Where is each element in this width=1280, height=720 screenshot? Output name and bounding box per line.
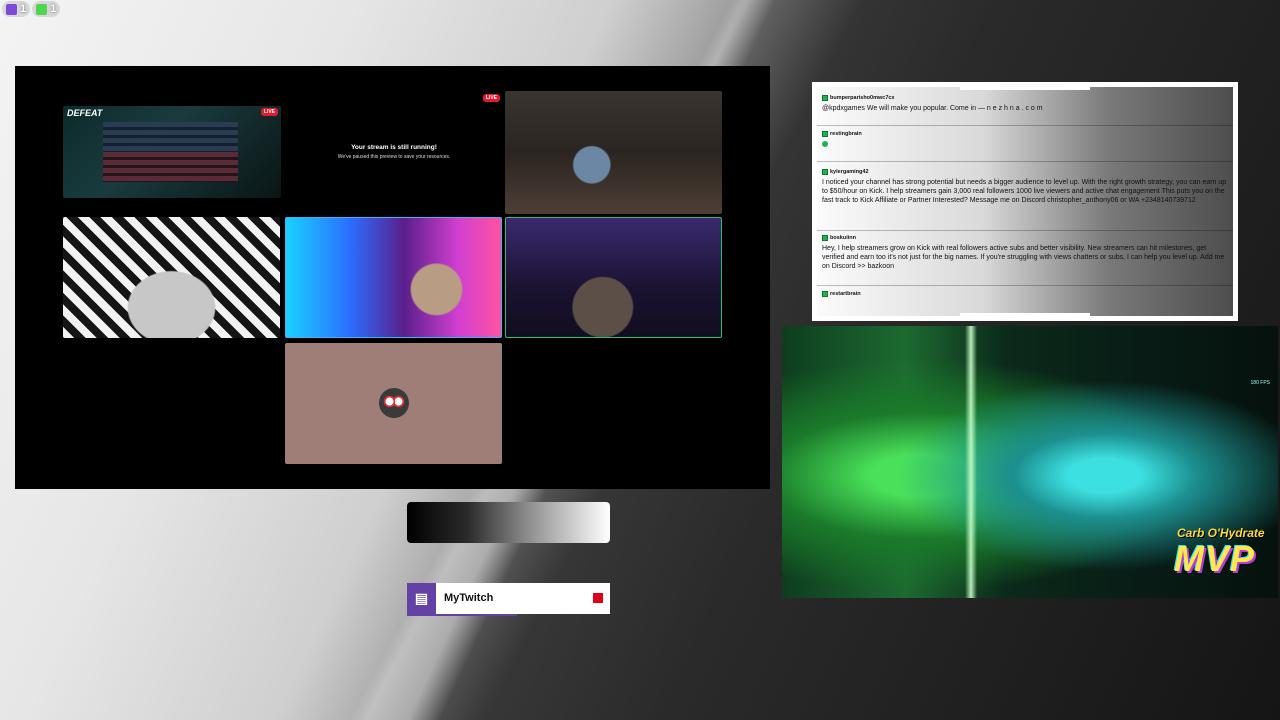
paused-title: Your stream is still running! bbox=[351, 144, 437, 151]
user-badge-icon bbox=[822, 131, 828, 137]
webcam-tile[interactable] bbox=[505, 91, 722, 214]
chat-top-highlight bbox=[960, 87, 1090, 90]
kick-viewer-counter: 1 bbox=[32, 1, 61, 17]
mvp-banner: MVP bbox=[1174, 538, 1256, 579]
webcam-tile-speaking[interactable] bbox=[285, 217, 502, 338]
live-badge: LIVE bbox=[482, 94, 500, 102]
source-underline bbox=[407, 614, 517, 616]
chat-overlay: bumperparisho0mwc7cx @kpdxgames We will … bbox=[812, 82, 1238, 321]
live-badge: LIVE bbox=[260, 108, 278, 116]
chat-text: Hey, I help streamers grow on Kick with … bbox=[822, 245, 1225, 270]
chat-message: restingbrain bbox=[822, 131, 1227, 147]
light-beam bbox=[965, 326, 977, 598]
gradient-overlay-box bbox=[407, 502, 610, 543]
user-badge-icon bbox=[822, 95, 828, 101]
user-avatar bbox=[379, 388, 409, 418]
paused-preview-tile[interactable]: LIVE Your stream is still running! We've… bbox=[285, 92, 503, 212]
video-call-grid: DEFEAT LIVE LIVE Your stream is still ru… bbox=[15, 66, 770, 489]
chat-panel: bumperparisho0mwc7cx @kpdxgames We will … bbox=[817, 87, 1233, 316]
chat-separator bbox=[817, 161, 1233, 162]
chat-username: kylergaming42 bbox=[830, 169, 869, 175]
chat-message: restartbrain bbox=[822, 291, 1227, 297]
user-badge-icon bbox=[822, 169, 828, 175]
platform-counters: 1 1 bbox=[2, 1, 61, 17]
kick-icon bbox=[36, 3, 48, 15]
user-badge-icon bbox=[822, 235, 828, 241]
twitch-count: 1 bbox=[20, 3, 27, 15]
webcam-tile-speaking[interactable] bbox=[505, 217, 722, 338]
chat-text: I noticed your channel has strong potent… bbox=[822, 179, 1227, 204]
chat-message: bumperparisho0mwc7cx @kpdxgames We will … bbox=[822, 95, 1227, 113]
user-badge-icon bbox=[822, 291, 828, 297]
chat-separator bbox=[817, 285, 1233, 286]
twitch-icon bbox=[6, 3, 17, 15]
chat-message: kylergaming42 I noticed your channel has… bbox=[822, 169, 1227, 205]
source-bar: ▤ MyTwitch bbox=[407, 583, 610, 616]
screen-share-tile[interactable]: DEFEAT LIVE bbox=[63, 106, 281, 198]
webcam-tile[interactable] bbox=[63, 217, 280, 338]
chat-separator bbox=[817, 125, 1233, 126]
chat-bottom-highlight bbox=[960, 313, 1090, 316]
chat-username: restingbrain bbox=[830, 131, 862, 137]
chat-text: @kpdxgames We will make you popular. Com… bbox=[822, 105, 1043, 112]
twitch-viewer-counter: 1 bbox=[2, 1, 31, 17]
defeat-banner: DEFEAT bbox=[67, 108, 103, 118]
chat-username: restartbrain bbox=[830, 291, 861, 297]
paused-subtitle: We've paused this preview to save your r… bbox=[337, 154, 451, 160]
avatar-tile[interactable] bbox=[285, 343, 502, 464]
emote-icon bbox=[822, 141, 828, 147]
fps-readout: 180 FPS bbox=[1250, 380, 1270, 386]
twitch-icon: ▤ bbox=[407, 583, 436, 614]
record-indicator-icon bbox=[593, 593, 603, 603]
kick-count: 1 bbox=[50, 3, 57, 15]
paused-message: Your stream is still running! We've paus… bbox=[285, 144, 503, 160]
chat-username: bumperparisho0mwc7cx bbox=[830, 95, 895, 101]
chat-username: boskuiinn bbox=[830, 235, 856, 241]
chat-message: boskuiinn Hey, I help streamers grow on … bbox=[822, 235, 1227, 271]
chat-separator bbox=[817, 230, 1233, 231]
source-name: MyTwitch bbox=[444, 592, 494, 604]
game-capture: 180 FPS Carb O'Hydrate MVP bbox=[782, 326, 1278, 598]
scoreboard-enemy bbox=[103, 152, 238, 182]
